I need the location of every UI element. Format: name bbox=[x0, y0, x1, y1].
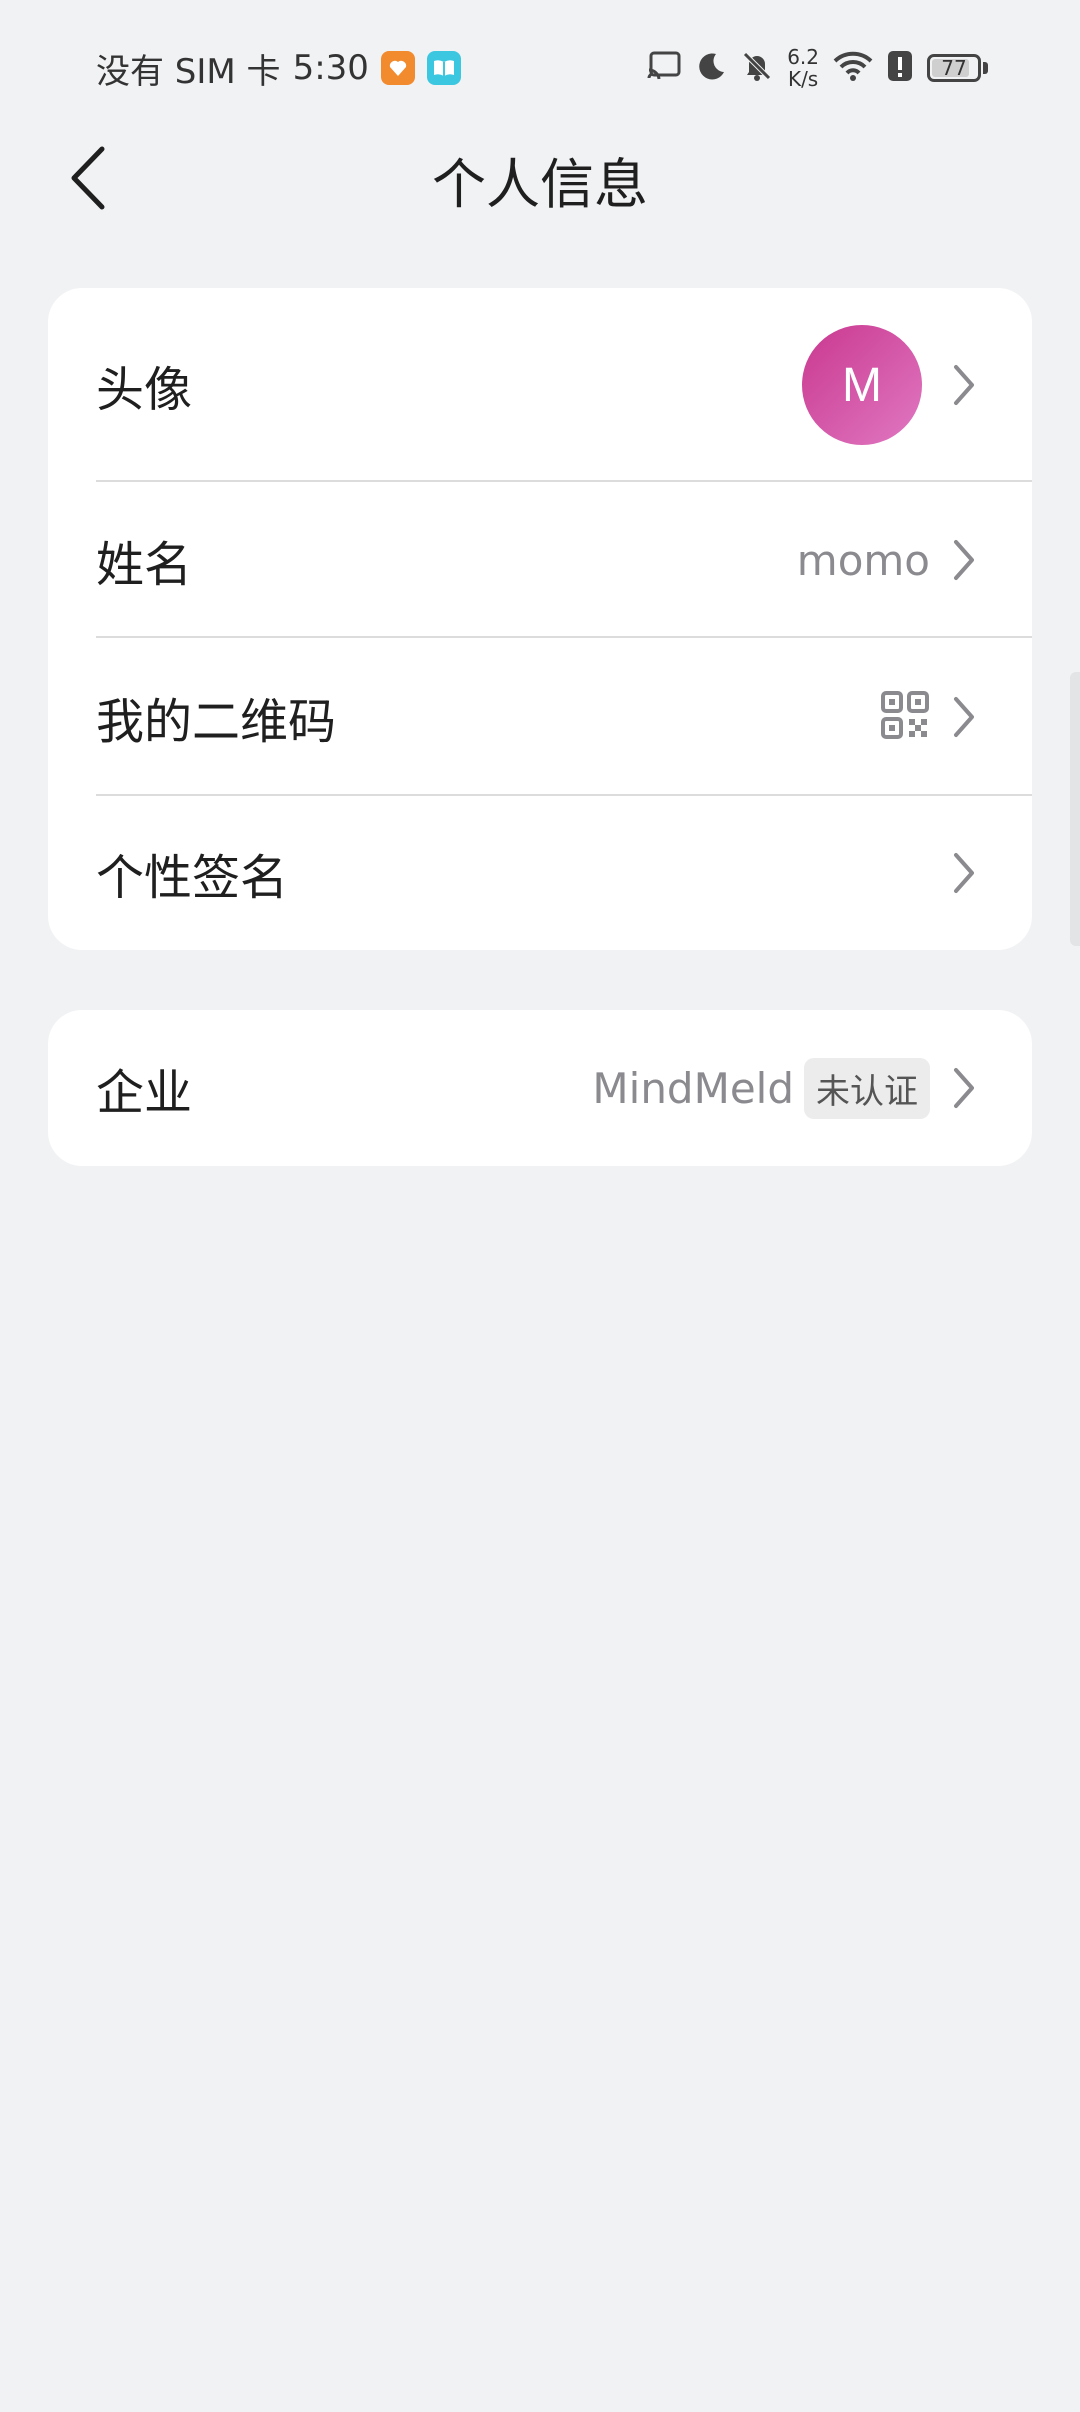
name-label: 姓名 bbox=[96, 537, 193, 593]
profile-card: 头像 M 姓名 momo 我的二维码 个性签名 bbox=[48, 288, 1032, 950]
alert-icon bbox=[887, 50, 913, 86]
chevron-right-icon bbox=[944, 359, 984, 411]
company-row[interactable]: 企业 MindMeld 未认证 bbox=[48, 1010, 1032, 1166]
carrier-text: 没有 SIM 卡 bbox=[96, 51, 281, 92]
avatar-initial: M bbox=[842, 358, 882, 412]
chevron-right-icon bbox=[944, 1062, 984, 1114]
qr-code-icon bbox=[880, 690, 930, 744]
battery-level: 77 bbox=[941, 56, 967, 80]
avatar-row[interactable]: 头像 M bbox=[48, 288, 1032, 482]
qr-code-row[interactable]: 我的二维码 bbox=[48, 638, 1032, 796]
avatar-row-right: M bbox=[802, 325, 984, 445]
qr-code-row-right bbox=[880, 690, 984, 744]
status-right: 6.2 K/s 77 bbox=[647, 38, 988, 98]
status-bar: 没有 SIM 卡 5:30 6.2 K/s 77 bbox=[0, 0, 1080, 130]
company-name: MindMeld bbox=[592, 1063, 794, 1113]
company-row-right: MindMeld 未认证 bbox=[592, 1057, 984, 1119]
name-value: momo bbox=[796, 535, 930, 585]
signature-label: 个性签名 bbox=[96, 850, 289, 906]
avatar: M bbox=[802, 325, 922, 445]
signature-row-right bbox=[944, 847, 984, 899]
net-speed-unit: K/s bbox=[787, 67, 819, 91]
wifi-icon bbox=[833, 50, 873, 86]
health-app-icon bbox=[380, 51, 415, 85]
header: 个人信息 bbox=[0, 120, 1080, 230]
avatar-label: 头像 bbox=[96, 362, 193, 418]
company-card: 企业 MindMeld 未认证 bbox=[48, 1010, 1032, 1166]
book-app-icon bbox=[426, 51, 461, 85]
company-label: 企业 bbox=[96, 1065, 193, 1121]
verification-status-badge: 未认证 bbox=[804, 1057, 930, 1119]
page-title: 个人信息 bbox=[432, 153, 648, 216]
signature-row[interactable]: 个性签名 bbox=[48, 796, 1032, 950]
bell-off-icon bbox=[741, 50, 773, 86]
net-speed: 6.2 K/s bbox=[787, 46, 819, 90]
cast-icon bbox=[647, 50, 683, 86]
net-speed-value: 6.2 bbox=[787, 45, 819, 69]
name-row-right: momo bbox=[797, 534, 984, 586]
qr-code-label: 我的二维码 bbox=[96, 694, 337, 750]
moon-icon bbox=[697, 51, 727, 85]
scroll-indicator[interactable] bbox=[1070, 672, 1080, 946]
chevron-right-icon bbox=[944, 534, 984, 586]
battery-indicator: 77 bbox=[927, 54, 981, 82]
clock: 5:30 bbox=[292, 48, 369, 88]
status-left: 没有 SIM 卡 5:30 bbox=[96, 44, 461, 92]
battery-tip bbox=[983, 62, 988, 74]
chevron-right-icon bbox=[944, 691, 984, 743]
chevron-right-icon bbox=[944, 847, 984, 899]
name-row[interactable]: 姓名 momo bbox=[48, 482, 1032, 638]
